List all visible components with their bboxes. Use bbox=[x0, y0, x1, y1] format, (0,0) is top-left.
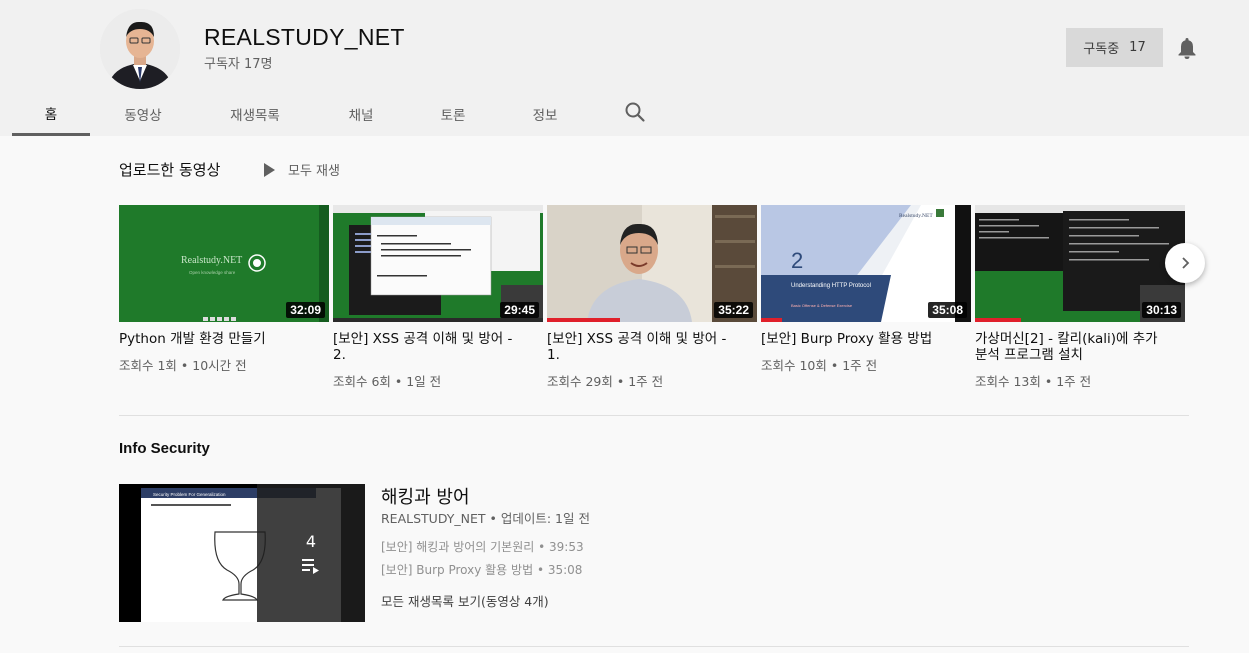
video-duration: 29:45 bbox=[500, 302, 539, 318]
watch-progress bbox=[547, 318, 620, 322]
section-divider bbox=[119, 646, 1189, 647]
video-meta: 조회수 13회 • 1주 전 bbox=[975, 374, 1092, 389]
bell-icon[interactable] bbox=[1176, 36, 1198, 60]
playlist-icon bbox=[302, 558, 319, 574]
tab-about[interactable]: 정보 bbox=[516, 92, 574, 136]
video-meta: 조회수 29회 • 1주 전 bbox=[547, 374, 664, 389]
playlist-item-duration: 39:53 bbox=[549, 540, 584, 554]
video-thumbnail[interactable]: 30:13 bbox=[975, 205, 1185, 322]
search-icon[interactable] bbox=[624, 101, 648, 125]
play-all-button[interactable]: 모두 재생 bbox=[264, 160, 340, 179]
playlist-video-count: 4 bbox=[305, 531, 317, 551]
video-title[interactable]: Python 개발 환경 만들기 bbox=[119, 331, 309, 347]
playlist-owner[interactable]: REALSTUDY_NET bbox=[381, 511, 486, 526]
playlist-thumbnail[interactable]: Security Problem For Generalization 4 bbox=[119, 484, 365, 622]
view-full-playlist-link[interactable]: 모든 재생목록 보기(동영상 4개) bbox=[381, 591, 549, 610]
video-thumbnail[interactable]: 2 Understanding HTTP Protocol Basic Offe… bbox=[761, 205, 971, 322]
thumb-logo-text: Realstudy.NET bbox=[181, 255, 242, 266]
video-thumbnail[interactable]: Realstudy.NET Open knowledge share 32:09 bbox=[119, 205, 329, 322]
uploads-title: 업로드한 동영상 bbox=[119, 161, 221, 179]
slide-title-text: Security Problem For Generalization bbox=[153, 492, 226, 497]
playlist-item-duration: 35:08 bbox=[547, 563, 583, 577]
playlist-overlay: 4 bbox=[257, 484, 365, 622]
playlist-item[interactable]: [보안] Burp Proxy 활용 방법 • 35:08 bbox=[381, 561, 582, 578]
playlist-owner-line: REALSTUDY_NET • 업데이트: 1일 전 bbox=[381, 511, 590, 526]
thumb-logo-subtext: Open knowledge share bbox=[189, 270, 236, 275]
tab-discussion[interactable]: 토론 bbox=[424, 92, 482, 136]
channel-header: REALSTUDY_NET 구독자 17명 구독중 17 홈 동영상 재생목록 … bbox=[0, 0, 1249, 136]
playlist-item[interactable]: [보안] 해킹과 방어의 기본원리 • 39:53 bbox=[381, 538, 584, 555]
video-meta: 조회수 6회 • 1일 전 bbox=[333, 374, 442, 389]
next-arrow-button[interactable] bbox=[1165, 243, 1205, 283]
tab-videos[interactable]: 동영상 bbox=[107, 92, 179, 136]
channel-name: REALSTUDY_NET bbox=[204, 24, 405, 50]
playlist-item-title: [보안] 해킹과 방어의 기본원리 bbox=[381, 540, 535, 554]
subscriber-count: 구독자 17명 bbox=[204, 57, 273, 72]
playlist-item-title: [보안] Burp Proxy 활용 방법 bbox=[381, 563, 534, 577]
subscribed-label: 구독중 bbox=[1083, 42, 1120, 57]
thumb-logo-text: Realstudy.NET bbox=[899, 213, 933, 219]
video-duration: 35:08 bbox=[928, 302, 967, 318]
video-duration: 35:22 bbox=[714, 302, 753, 318]
thumb-subtitle-text: Basic Offense & Defense Exercise bbox=[791, 303, 853, 308]
video-duration: 32:09 bbox=[286, 302, 325, 318]
video-title[interactable]: [보안] Burp Proxy 활용 방법 bbox=[761, 331, 951, 347]
channel-tabs: 홈 동영상 재생목록 채널 토론 정보 bbox=[0, 92, 1249, 136]
video-duration: 30:13 bbox=[1142, 302, 1181, 318]
watch-progress bbox=[975, 318, 1021, 322]
video-meta: 조회수 1회 • 10시간 전 bbox=[119, 358, 247, 373]
channel-avatar[interactable] bbox=[100, 9, 180, 89]
video-card[interactable]: 35:22 [보안] XSS 공격 이해 및 방어 - 1. 조회수 29회 •… bbox=[547, 205, 757, 390]
tab-playlists[interactable]: 재생목록 bbox=[215, 92, 295, 136]
playlist-title[interactable]: 해킹과 방어 bbox=[381, 483, 470, 509]
subscribed-button[interactable]: 구독중 17 bbox=[1066, 28, 1163, 67]
thumb-number: 2 bbox=[791, 248, 803, 273]
play-all-label: 모두 재생 bbox=[288, 164, 340, 179]
playlist-updated: 업데이트: 1일 전 bbox=[500, 511, 590, 526]
tab-home[interactable]: 홈 bbox=[12, 92, 90, 136]
video-thumbnail[interactable]: 29:45 bbox=[333, 205, 543, 322]
tab-channels[interactable]: 채널 bbox=[330, 92, 392, 136]
playlist-section-title: Info Security bbox=[119, 440, 210, 457]
thumb-title-text: Understanding HTTP Protocol bbox=[791, 283, 871, 289]
section-divider bbox=[119, 415, 1189, 416]
video-meta: 조회수 10회 • 1주 전 bbox=[761, 358, 878, 373]
chevron-right-icon bbox=[1182, 257, 1190, 269]
video-title[interactable]: [보안] XSS 공격 이해 및 방어 - 1. bbox=[547, 331, 737, 363]
subscribed-count: 17 bbox=[1129, 40, 1146, 55]
play-icon bbox=[264, 162, 275, 177]
video-card[interactable]: Realstudy.NET Open knowledge share 32:09… bbox=[119, 205, 329, 374]
video-title[interactable]: [보안] XSS 공격 이해 및 방어 - 2. bbox=[333, 331, 523, 363]
video-thumbnail[interactable]: 35:22 bbox=[547, 205, 757, 322]
video-card[interactable]: 29:45 [보안] XSS 공격 이해 및 방어 - 2. 조회수 6회 • … bbox=[333, 205, 543, 390]
video-card[interactable]: 2 Understanding HTTP Protocol Basic Offe… bbox=[761, 205, 971, 374]
video-card[interactable]: 30:13 가상머신[2] - 칼리(kali)에 추가 분석 프로그램 설치 … bbox=[975, 205, 1185, 390]
watch-progress bbox=[761, 318, 782, 322]
video-title[interactable]: 가상머신[2] - 칼리(kali)에 추가 분석 프로그램 설치 bbox=[975, 331, 1165, 363]
